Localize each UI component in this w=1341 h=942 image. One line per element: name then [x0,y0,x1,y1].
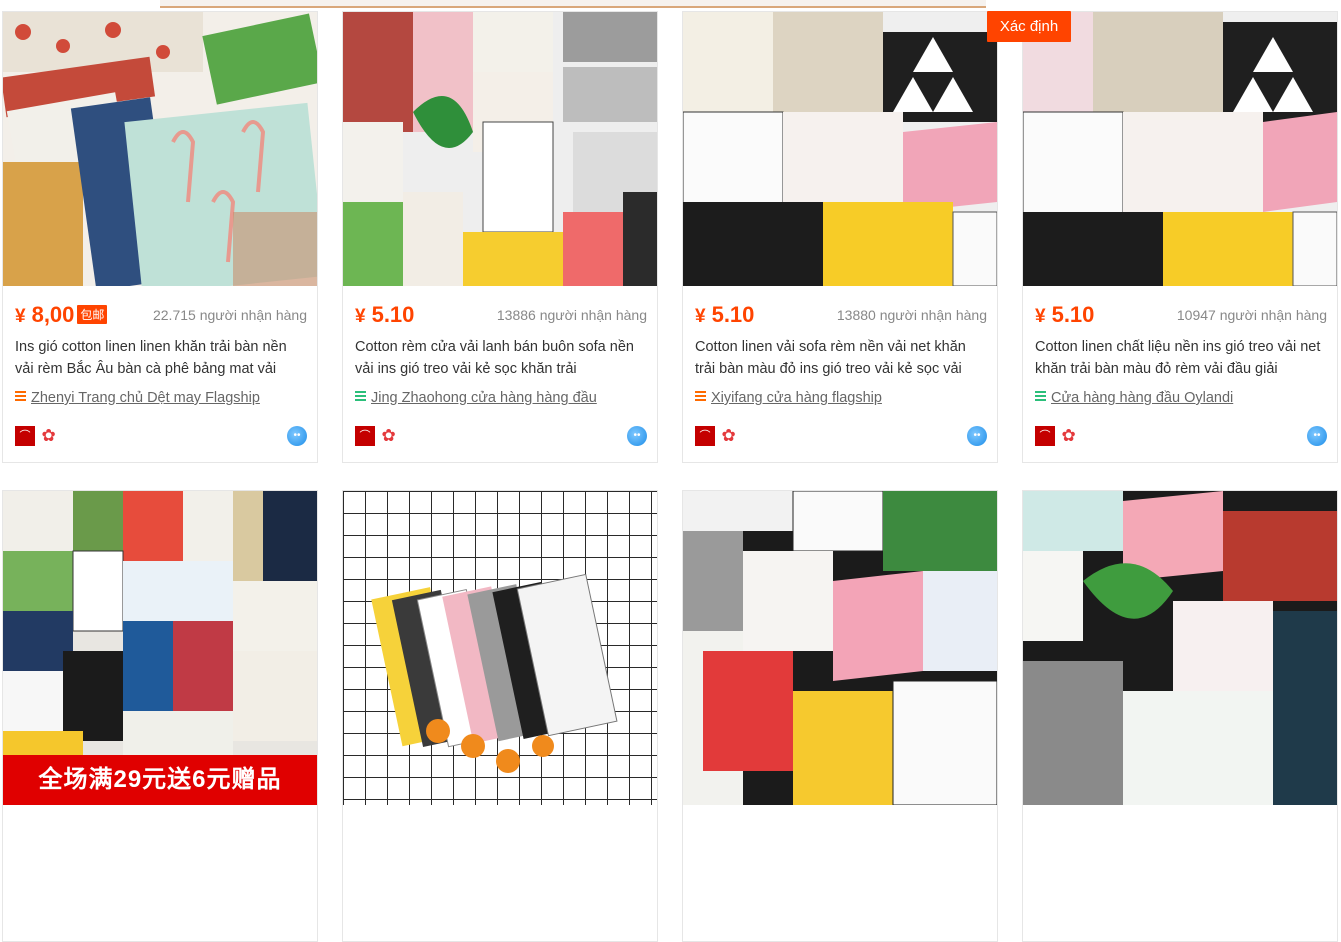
product-card[interactable]: ¥5.10 13886 người nhận hàng Cotton rèm c… [342,11,658,463]
product-image[interactable] [3,12,317,286]
free-shipping-badge: 包邮 [77,305,108,324]
flower-badge-icon: ✿ [41,426,56,445]
shop-list-icon [695,391,706,403]
shop-name: Cửa hàng hàng đầu Oylandi [1051,390,1234,406]
tmall-badge-icon: ⌒ [15,426,35,446]
shop-list-icon [355,391,366,403]
product-title[interactable]: Cotton linen vải sofa rèm nền vải net kh… [695,336,987,380]
product-card[interactable]: ¥5.10 10947 người nhận hàng Cotton linen… [1022,11,1338,463]
product-card[interactable]: 全场满29元送6元赠品 [2,490,318,942]
product-title[interactable]: Cotton linen chất liệu nền ins gió treo … [1035,336,1327,380]
shop-link[interactable]: Jing Zhaohong cửa hàng hàng đầu [355,390,597,406]
product-price: 5.10 [371,302,415,327]
top-scroll-indicator [160,0,986,8]
flower-badge-icon: ✿ [1061,426,1076,445]
product-image[interactable] [1023,12,1337,286]
product-image[interactable] [343,12,657,286]
buyer-count: 22.715 người nhận hàng [152,307,307,323]
tmall-badge-icon: ⌒ [1035,426,1055,446]
currency-symbol: ¥ [695,306,706,327]
shop-name: Jing Zhaohong cửa hàng hàng đầu [371,390,597,406]
shop-list-icon [15,391,26,403]
confirm-button[interactable]: Xác định [987,11,1071,42]
shop-list-icon [1035,391,1046,403]
product-card[interactable]: ¥8,00 包邮 22.715 người nhận hàng Ins gió c… [2,11,318,463]
product-card[interactable] [342,490,658,942]
shop-link[interactable]: Zhenyi Trang chủ Dệt may Flagship [15,390,260,406]
shop-link[interactable]: Xiyifang cửa hàng flagship [695,390,882,406]
shop-link[interactable]: Cửa hàng hàng đầu Oylandi [1035,390,1233,406]
currency-symbol: ¥ [1035,306,1046,327]
product-price: 5.10 [1051,302,1095,327]
product-image[interactable] [683,491,997,805]
promo-banner: 全场满29元送6元赠品 [3,755,317,805]
wangwang-chat-icon[interactable]: •• [287,426,307,446]
product-card[interactable]: ¥5.10 13880 người nhận hàng Cotton linen… [682,11,998,463]
product-price: 5.10 [711,302,755,327]
currency-symbol: ¥ [355,306,366,327]
product-image[interactable] [683,12,997,286]
product-price: 8,00 [31,302,75,327]
wangwang-chat-icon[interactable]: •• [627,426,647,446]
flower-badge-icon: ✿ [381,426,396,445]
product-card[interactable] [682,490,998,942]
shop-name: Xiyifang cửa hàng flagship [711,390,882,406]
tmall-badge-icon: ⌒ [695,426,715,446]
product-title[interactable]: Ins gió cotton linen linen khăn trải bàn… [15,336,307,380]
product-title[interactable]: Cotton rèm cửa vải lanh bán buôn sofa nề… [355,336,647,380]
product-image[interactable] [1023,491,1337,805]
product-image[interactable]: 全场满29元送6元赠品 [3,491,317,805]
product-image[interactable] [343,491,657,805]
wangwang-chat-icon[interactable]: •• [967,426,987,446]
wangwang-chat-icon[interactable]: •• [1307,426,1327,446]
flower-badge-icon: ✿ [721,426,736,445]
buyer-count: 10947 người nhận hàng [1176,307,1327,323]
currency-symbol: ¥ [15,306,26,327]
buyer-count: 13886 người nhận hàng [496,307,647,323]
tmall-badge-icon: ⌒ [355,426,375,446]
buyer-count: 13880 người nhận hàng [836,307,987,323]
product-card[interactable] [1022,490,1338,942]
shop-name: Zhenyi Trang chủ Dệt may Flagship [31,390,260,406]
